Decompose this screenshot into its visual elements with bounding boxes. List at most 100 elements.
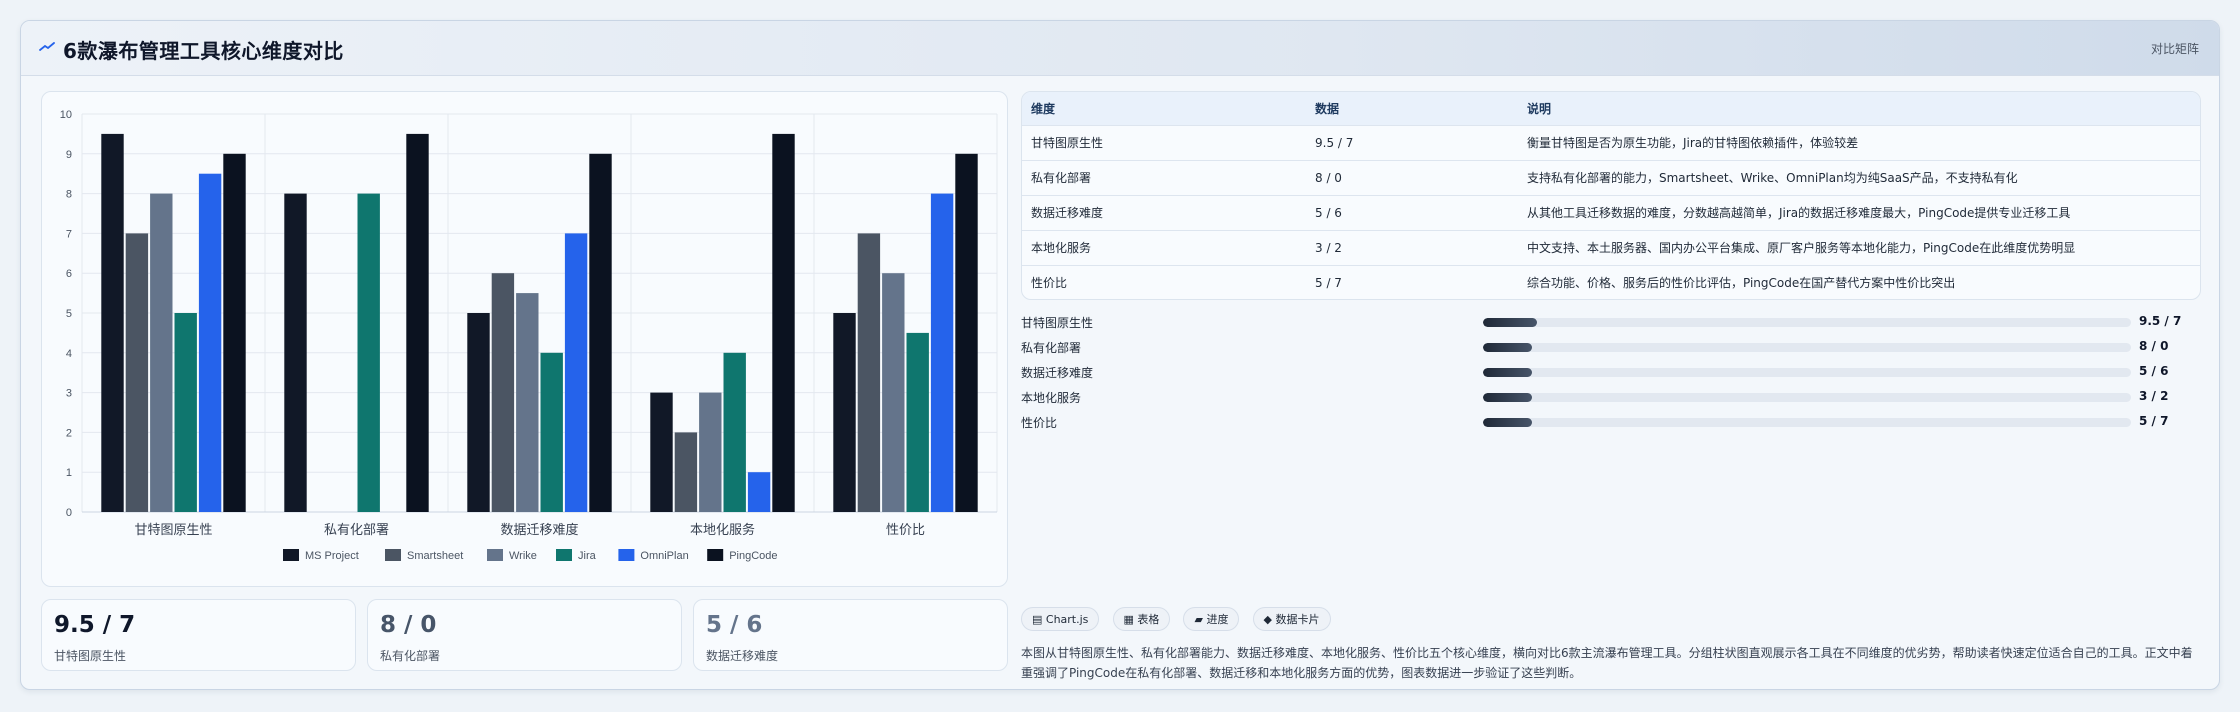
legend-label: Smartsheet [407, 550, 463, 562]
legend-swatch [283, 549, 299, 561]
matrix-badge: 对比矩阵 [2150, 42, 2199, 56]
bar [174, 313, 197, 512]
bar [772, 133, 795, 512]
y-tick-label: 3 [66, 388, 72, 400]
y-tick-label: 8 [66, 189, 72, 201]
progress-fill [1483, 418, 1532, 427]
table-header-row: 维度 数据 说明 [1022, 92, 2200, 125]
legend-swatch [618, 549, 635, 561]
table-cell: 数据迁移难度 [1031, 206, 1104, 220]
bar [198, 173, 222, 512]
progress-value: 5 / 7 [2139, 414, 2169, 428]
stat-value: 9.5 / 7 [54, 612, 136, 638]
table-row: 性价比 5 / 7 综合功能、价格、服务后的性价比评估，PingCode在国产替… [1022, 265, 2200, 299]
bar [955, 153, 978, 513]
progress-label: 数据迁移难度 [1021, 366, 1094, 380]
chip-chartjs[interactable]: ▤ Chart.js [1021, 607, 1100, 631]
legend-swatch [556, 549, 572, 561]
bar [857, 233, 881, 512]
chart-panel: 0 1 2 3 4 5 6 7 8 9 10 甘特图原生性 私有化部署 数据迁移难度 本地化服务 性价比 MS … [41, 91, 1008, 587]
stat-card-3: 5 / 6 数据迁移难度 [693, 599, 1008, 671]
bar [491, 273, 515, 512]
progress-row: 数据迁移难度 5 / 6 [1021, 361, 2201, 386]
bar [723, 352, 746, 512]
bar [930, 193, 954, 512]
table-cell: 本地化服务 [1031, 241, 1092, 255]
table-cell: 综合功能、价格、服务后的性价比评估，PingCode在国产替代方案中性价比突出 [1527, 276, 1956, 291]
progress-label: 本地化服务 [1021, 391, 1082, 405]
page-title: 6款瀑布管理工具核心维度对比 [63, 39, 344, 63]
progress-fill [1483, 343, 1532, 352]
table-cell: 私有化部署 [1031, 171, 1092, 185]
table-cell: 衡量甘特图是否为原生功能，Jira的甘特图依赖插件，体验较差 [1527, 136, 1859, 150]
legend-swatch [487, 549, 503, 561]
bar [589, 153, 612, 513]
column-header: 说明 [1527, 101, 1552, 116]
x-tick-label: 数据迁移难度 [500, 522, 578, 538]
trend-icon [39, 42, 55, 51]
stat-label: 私有化部署 [380, 649, 441, 663]
table-cell: 从其他工具迁移数据的难度，分数越高越简单，Jira的数据迁移难度最大，PingC… [1527, 206, 2071, 220]
bar [284, 193, 307, 512]
table-row: 甘特图原生性 9.5 / 7 衡量甘特图是否为原生功能，Jira的甘特图依赖插件… [1022, 125, 2200, 160]
y-tick-label: 4 [66, 348, 72, 360]
y-tick-label: 10 [60, 109, 72, 121]
bar [516, 293, 539, 512]
progress-track [1483, 418, 2131, 427]
bar [540, 352, 563, 512]
progress-label: 性价比 [1021, 416, 1058, 430]
table-row: 私有化部署 8 / 0 支持私有化部署的能力，Smartsheet、Wrike、… [1022, 160, 2200, 195]
chart-description: 本图从甘特图原生性、私有化部署能力、数据迁移难度、本地化服务、性价比五个核心维度… [1021, 646, 2193, 680]
chip-data-card[interactable]: ◆ 数据卡片 [1252, 607, 1331, 631]
legend-swatch [707, 549, 724, 561]
bar [699, 392, 722, 512]
table-cell: 中文支持、本土服务器、国内办公平台集成、原厂客户服务等本地化能力，PingCod… [1527, 241, 2076, 255]
table-cell: 甘特图原生性 [1031, 136, 1104, 150]
progress-value: 3 / 2 [2139, 389, 2169, 403]
progress-label: 私有化部署 [1021, 341, 1082, 355]
bar [650, 392, 673, 512]
bar [223, 153, 246, 513]
progress-track [1483, 343, 2131, 352]
chip-progress[interactable]: ▰ 进度 [1183, 607, 1240, 631]
bar [357, 193, 380, 512]
bar-chart: 0 1 2 3 4 5 6 7 8 9 10 甘特图原生性 私有化部署 数据迁移难度 本地化服务 性价比 MS … [60, 109, 998, 562]
legend-label: Wrike [509, 550, 537, 562]
progress-row: 甘特图原生性 9.5 / 7 [1021, 311, 2201, 336]
y-tick-label: 2 [66, 427, 72, 439]
progress-fill [1483, 368, 1532, 377]
y-tick-label: 6 [66, 268, 72, 280]
y-tick-label: 9 [66, 149, 72, 161]
table-cell: 3 / 2 [1315, 240, 1342, 255]
stat-label: 甘特图原生性 [54, 649, 127, 663]
comparison-table: 维度 数据 说明 甘特图原生性 9.5 / 7 衡量甘特图是否为原生功能，Jir… [1022, 92, 2200, 299]
bar [906, 332, 929, 512]
table-row: 数据迁移难度 5 / 6 从其他工具迁移数据的难度，分数越高越简单，Jira的数… [1022, 195, 2200, 230]
bar [564, 233, 588, 512]
legend-label: Jira [578, 550, 597, 562]
progress-label: 甘特图原生性 [1021, 316, 1094, 330]
table-cell: 性价比 [1031, 276, 1068, 291]
dashboard-card: 6款瀑布管理工具核心维度对比 对比矩阵 0 1 2 3 4 5 6 7 8 9 10 甘特图原生性 私有… [20, 20, 2220, 690]
progress-list: 甘特图原生性 9.5 / 7 私有化部署 8 / 0 数据迁移难度 5 / 6 … [1021, 311, 2201, 436]
progress-fill [1483, 318, 1537, 327]
bar [674, 432, 698, 512]
column-header: 维度 [1031, 101, 1056, 116]
stat-card-1: 9.5 / 7 甘特图原生性 [41, 599, 356, 671]
legend-swatch [385, 549, 401, 561]
x-tick-label: 甘特图原生性 [134, 523, 212, 538]
progress-row: 私有化部署 8 / 0 [1021, 336, 2201, 361]
table-cell: 9.5 / 7 [1315, 135, 1354, 150]
chip-table[interactable]: ▦ 表格 [1112, 607, 1171, 631]
y-tick-label: 0 [66, 507, 72, 519]
stat-card-2: 8 / 0 私有化部署 [367, 599, 682, 671]
stat-value: 8 / 0 [380, 612, 437, 638]
legend-label: MS Project [305, 550, 359, 562]
legend-label: OmniPlan [640, 550, 688, 562]
stat-value: 5 / 6 [706, 612, 763, 638]
progress-fill [1483, 393, 1532, 402]
table-cell: 支持私有化部署的能力，Smartsheet、Wrike、OmniPlan均为纯S… [1527, 171, 2018, 185]
bar [833, 313, 856, 512]
bar [125, 233, 149, 512]
y-tick-label: 5 [66, 308, 72, 320]
